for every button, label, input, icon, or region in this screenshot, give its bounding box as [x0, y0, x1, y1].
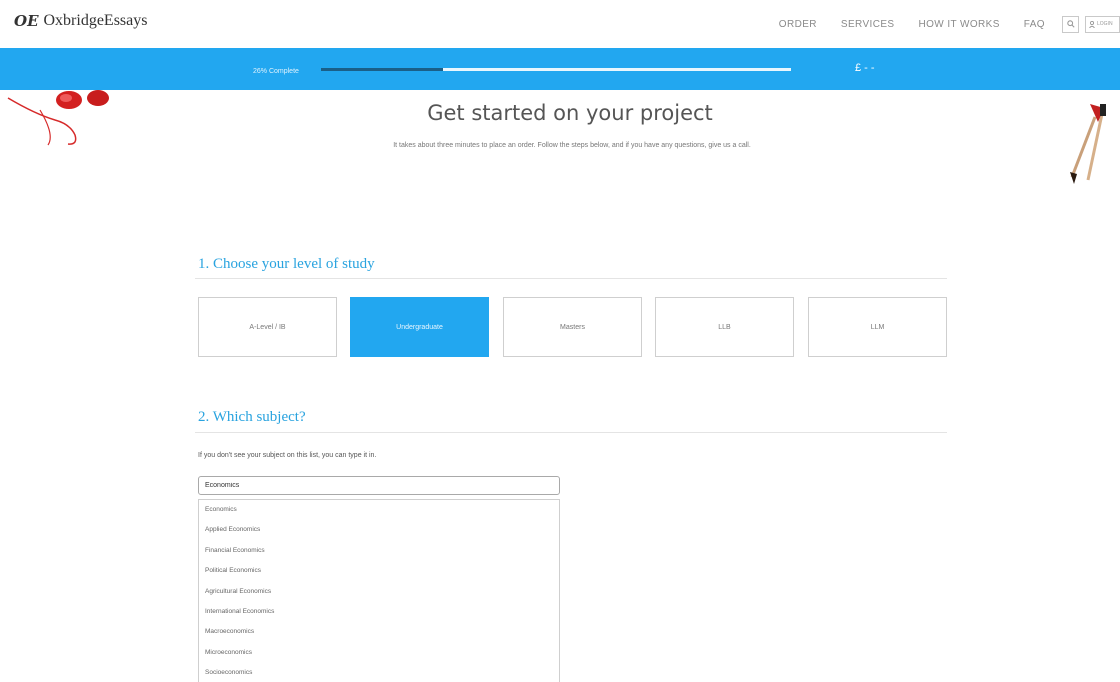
level-undergraduate-button[interactable]: Undergraduate	[350, 297, 489, 357]
login-label: LOGIN	[1097, 21, 1113, 27]
progress-band: 26% Complete £ - -	[0, 48, 1120, 90]
login-button[interactable]: LOGIN	[1085, 15, 1120, 33]
page-subtitle: It takes about three minutes to place an…	[393, 142, 751, 149]
logo[interactable]: OE OxbridgeEssays	[14, 12, 147, 30]
nav-services[interactable]: SERVICES	[841, 19, 895, 30]
suggestion-item[interactable]: Macroeconomics	[199, 622, 559, 642]
subject-hint: If you don't see your subject on this li…	[198, 452, 377, 459]
level-llm-button[interactable]: LLM	[808, 297, 947, 357]
logo-mark-icon: OE	[14, 12, 39, 30]
user-icon	[1089, 20, 1095, 28]
suggestion-item[interactable]: Socioeconomics	[199, 663, 559, 682]
step2-divider	[195, 432, 947, 433]
page-title: Get started on your project	[427, 101, 713, 125]
progress-fill	[321, 68, 444, 71]
step2-title: 2. Which subject?	[198, 409, 306, 425]
site-header: OE OxbridgeEssays ORDER SERVICES HOW IT …	[0, 0, 1120, 48]
suggestion-item[interactable]: Financial Economics	[199, 541, 559, 561]
level-masters-button[interactable]: Masters	[503, 297, 642, 357]
subject-suggestions: Economics Applied Economics Financial Ec…	[198, 499, 560, 682]
search-icon	[1066, 20, 1075, 28]
suggestion-item[interactable]: Agricultural Economics	[199, 582, 559, 602]
suggestion-item[interactable]: Political Economics	[199, 561, 559, 581]
price-display: £ - -	[855, 62, 875, 74]
logo-text: OxbridgeEssays	[43, 12, 148, 29]
suggestion-item[interactable]: Microeconomics	[199, 643, 559, 663]
nav-faq[interactable]: FAQ	[1024, 19, 1045, 30]
subject-input[interactable]	[198, 476, 560, 495]
suggestion-item[interactable]: International Economics	[199, 602, 559, 622]
level-a-level-ib-button[interactable]: A-Level / IB	[198, 297, 337, 357]
nav-how-it-works[interactable]: HOW IT WORKS	[919, 19, 1000, 30]
level-llb-button[interactable]: LLB	[655, 297, 794, 357]
suggestion-item[interactable]: Economics	[199, 500, 559, 520]
progress-label: 26% Complete	[253, 68, 299, 75]
nav-order[interactable]: ORDER	[779, 19, 817, 30]
step1-divider	[195, 278, 947, 279]
main-nav: ORDER SERVICES HOW IT WORKS FAQ LOGIN	[779, 0, 1120, 48]
step1-title: 1. Choose your level of study	[198, 256, 375, 272]
progress-track	[321, 68, 791, 71]
suggestion-item[interactable]: Applied Economics	[199, 520, 559, 540]
search-button[interactable]	[1062, 15, 1079, 33]
